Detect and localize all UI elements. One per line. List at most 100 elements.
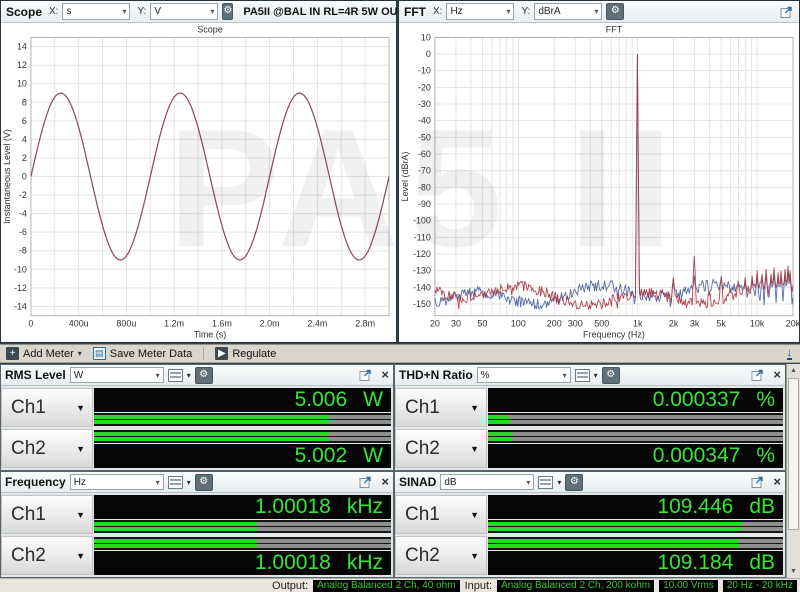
- meter-title: Frequency: [5, 475, 66, 489]
- fft-plot: FFT100-10-20-30-40-50-60-70-80-90-100-11…: [400, 24, 799, 339]
- scroll-down-icon[interactable]: ▼: [787, 565, 800, 578]
- export-icon[interactable]: [359, 368, 373, 382]
- svg-text:Time (s): Time (s): [194, 330, 227, 340]
- gear-icon[interactable]: ⚙: [606, 3, 625, 20]
- channel-display: 1.00018 kHz: [94, 536, 391, 575]
- meter-display-icon[interactable]: [574, 368, 590, 382]
- svg-text:FFT: FFT: [606, 24, 623, 34]
- save-meter-data-button[interactable]: ▤ Save Meter Data: [91, 347, 195, 360]
- chevron-down-icon: ▼: [76, 402, 85, 413]
- svg-text:-110: -110: [414, 232, 431, 242]
- gear-icon[interactable]: ⚙: [194, 366, 213, 384]
- svg-text:2.4m: 2.4m: [307, 319, 327, 329]
- meter-channel-row: Ch2 ▼ 1.00018 kHz: [1, 536, 391, 575]
- fft-panel: FFT X: Hz ▾ Y: dBrA ▾ ⚙ FFT 10 0 -10 -20 -30 -40…: [398, 0, 800, 343]
- svg-text:0: 0: [22, 172, 27, 182]
- scope-x-unit-select[interactable]: s ▾: [62, 3, 131, 20]
- channel-label[interactable]: Ch2 ▼: [1, 536, 93, 575]
- meter-unit-select[interactable]: dB ▾: [440, 474, 535, 490]
- svg-text:-20: -20: [418, 82, 431, 92]
- bar-fill: [94, 420, 329, 424]
- gear-icon[interactable]: ⚙: [601, 366, 620, 384]
- channel-value: 109.184: [657, 551, 734, 574]
- chevron-down-icon: ▾: [122, 7, 127, 16]
- fft-chart: FFT 10 0 -10 -20 -30 -40 -50 -60 -70 -80 -90 -100 -11…: [399, 23, 799, 342]
- close-icon[interactable]: ×: [381, 475, 389, 488]
- save-icon: ▤: [92, 347, 106, 360]
- output-label: Output:: [272, 579, 309, 592]
- svg-text:-150: -150: [413, 299, 431, 309]
- channel-value-display: 109.446 dB: [488, 495, 783, 519]
- fft-x-unit-select[interactable]: Hz ▾: [446, 3, 515, 20]
- svg-text:-120: -120: [413, 249, 431, 259]
- export-icon[interactable]: [780, 5, 794, 19]
- meter-unit-select[interactable]: % ▾: [476, 367, 571, 383]
- meter-toolbar: + Add Meter ▾ ▤ Save Meter Data ▶ Regula…: [0, 344, 800, 363]
- channel-label[interactable]: Ch1 ▼: [1, 495, 93, 534]
- input-bandwidth-chip[interactable]: 20 Hz - 20 kHz: [722, 579, 797, 592]
- close-icon[interactable]: ×: [381, 368, 389, 381]
- dock-pin-icon[interactable]: ↓: [786, 347, 792, 360]
- channel-value: 0.000347: [652, 444, 741, 467]
- meter-channel-row: Ch2 ▼ 5.002 W: [1, 429, 391, 468]
- export-icon[interactable]: [359, 475, 373, 489]
- channel-display: 0.000347 %: [488, 429, 783, 468]
- close-icon[interactable]: ×: [773, 475, 781, 488]
- scope-x-axis-label: X:: [49, 6, 59, 17]
- close-icon[interactable]: ×: [773, 368, 781, 381]
- channel-name: Ch2: [405, 437, 440, 459]
- channel-value-display: 109.184 dB: [488, 551, 783, 575]
- meters-scrollbar[interactable]: ▲ ▼: [786, 364, 800, 578]
- output-config-chip[interactable]: Analog Balanced 2 Ch, 40 ohm: [313, 579, 460, 592]
- svg-text:-50: -50: [418, 132, 431, 142]
- channel-label[interactable]: Ch2 ▼: [395, 536, 487, 575]
- scope-y-unit-select[interactable]: V ▾: [150, 3, 219, 20]
- gear-icon[interactable]: ⚙: [222, 3, 234, 20]
- channel-unit: dB: [749, 495, 775, 518]
- meter-unit-value: W: [73, 369, 84, 381]
- meter-channel-row: Ch1 ▼ 1.00018 kHz: [1, 495, 391, 534]
- meter-unit-select[interactable]: Hz ▾: [69, 474, 164, 490]
- input-level-chip[interactable]: 10.00 Vrms: [659, 579, 718, 592]
- svg-text:2k: 2k: [669, 319, 679, 329]
- gear-icon[interactable]: ⚙: [565, 473, 584, 491]
- fft-y-unit-select[interactable]: dBrA ▾: [534, 3, 603, 20]
- scope-panel: Scope X: s ▾ Y: V ▾ ⚙ PA5II @BAL IN RL=4R …: [0, 0, 425, 343]
- meter-panel: THD+N Ratio % ▾ ▾ ⚙ × Ch1 ▼ 0.000337 % C…: [394, 364, 786, 471]
- channel-label[interactable]: Ch2 ▼: [395, 429, 487, 468]
- meter-display-icon[interactable]: [538, 475, 554, 489]
- chevron-down-icon: ▾: [526, 477, 531, 487]
- fft-y-axis-label: Y:: [521, 6, 531, 17]
- channel-label[interactable]: Ch1 ▼: [395, 388, 487, 427]
- export-icon[interactable]: [751, 475, 765, 489]
- channel-label[interactable]: Ch1 ▼: [395, 495, 487, 534]
- chevron-down-icon: ▼: [470, 550, 479, 561]
- meter-display-icon[interactable]: [167, 368, 183, 382]
- scrollbar-thumb[interactable]: [788, 378, 799, 530]
- meter-unit-select[interactable]: W ▾: [69, 367, 164, 383]
- regulate-button[interactable]: ▶ Regulate: [213, 347, 278, 360]
- channel-label[interactable]: Ch1 ▼: [1, 388, 93, 427]
- channel-bar-meter: [488, 413, 783, 426]
- svg-text:100: 100: [511, 319, 526, 329]
- export-icon[interactable]: [751, 368, 765, 382]
- meter-display-icon[interactable]: [167, 475, 183, 489]
- input-config-chip[interactable]: Analog Balanced 2 Ch, 200 kohm: [497, 579, 655, 592]
- gear-icon[interactable]: ⚙: [194, 473, 213, 491]
- meter-unit-value: Hz: [73, 476, 86, 488]
- svg-text:-70: -70: [418, 166, 431, 176]
- scroll-up-icon[interactable]: ▲: [787, 364, 800, 377]
- toolbar-separator: [203, 347, 205, 360]
- svg-text:500: 500: [594, 319, 609, 329]
- bar-fill: [488, 437, 512, 441]
- svg-text:-10: -10: [14, 264, 27, 274]
- svg-text:8: 8: [22, 97, 27, 107]
- chevron-down-icon: ▾: [210, 7, 215, 16]
- add-meter-button[interactable]: + Add Meter ▾: [4, 347, 84, 360]
- channel-label[interactable]: Ch2 ▼: [1, 429, 93, 468]
- bar-fill: [94, 415, 329, 419]
- svg-text:12: 12: [17, 60, 27, 70]
- bar-fill: [488, 544, 739, 548]
- svg-text:2.0m: 2.0m: [260, 319, 280, 329]
- meter-channel-row: Ch2 ▼ 109.184 dB: [395, 536, 783, 575]
